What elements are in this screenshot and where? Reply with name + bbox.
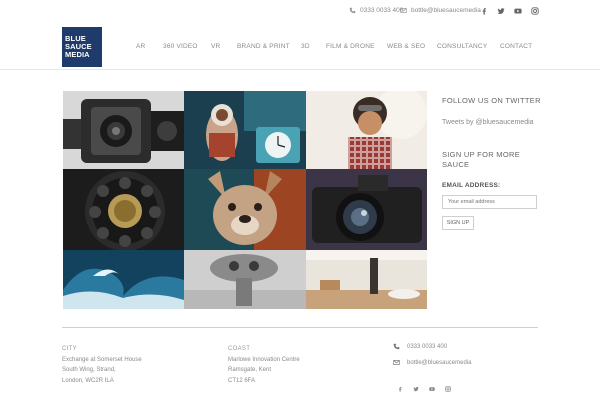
tile-interior-room[interactable]	[306, 250, 427, 309]
twitter-icon[interactable]	[413, 386, 419, 392]
signup-heading-line-2: SAUCE	[442, 160, 470, 169]
topbar-email[interactable]: bottle@bluesaucemedia	[400, 7, 481, 14]
tile-binoculars[interactable]	[184, 250, 306, 309]
nav-item-vr[interactable]: VR	[211, 43, 220, 50]
footer-social-icons	[397, 386, 451, 392]
nav-item-consultancy[interactable]: CONSULTANCY	[437, 43, 487, 50]
coast-heading: COAST	[228, 346, 251, 352]
youtube-icon[interactable]	[429, 386, 435, 392]
instagram-icon[interactable]	[531, 7, 539, 15]
tile-ocean-wave[interactable]	[63, 250, 184, 309]
phone-icon	[393, 343, 400, 350]
signup-button[interactable]: SIGN UP	[442, 216, 474, 230]
city-line-2: South Wing, Strand,	[62, 367, 116, 373]
twitter-heading: FOLLOW US ON TWITTER	[442, 96, 541, 105]
city-heading: CITY	[62, 346, 77, 352]
brand-logo[interactable]: BLUE SAUCE MEDIA	[62, 27, 102, 67]
footer-city-address: CITY Exchange at Somerset House South Wi…	[62, 344, 142, 386]
logo-line-3: MEDIA	[65, 50, 90, 59]
header-divider	[0, 69, 600, 70]
topbar-phone[interactable]: 0333 0033 400	[349, 7, 403, 14]
coast-line-1: Marlowe Innovation Centre	[228, 356, 300, 363]
nav-item-web-seo[interactable]: WEB & SEO	[387, 43, 425, 50]
instagram-icon[interactable]	[445, 386, 451, 392]
nav-item-ar[interactable]: AR	[136, 43, 145, 50]
envelope-icon	[393, 360, 400, 365]
nav-item-3d[interactable]: 3D	[301, 43, 310, 50]
topbar-social-icons	[480, 7, 539, 15]
envelope-icon	[400, 8, 407, 13]
top-contact-bar: 0333 0033 400 bottle@bluesaucemedia	[0, 7, 600, 21]
tile-camera-lens[interactable]	[306, 169, 427, 250]
footer-email[interactable]: bottle@bluesaucemedia	[393, 359, 471, 366]
tile-astronaut-clock[interactable]	[184, 91, 306, 169]
footer-email-text: bottle@bluesaucemedia	[407, 359, 472, 366]
tile-french-bulldog[interactable]	[184, 169, 306, 250]
facebook-icon[interactable]	[397, 386, 403, 392]
facebook-icon[interactable]	[480, 7, 488, 15]
phone-icon	[349, 7, 356, 14]
coast-line-3: CT12 6FA	[228, 377, 256, 384]
footer-phone[interactable]: 0333 0033 400	[393, 343, 447, 350]
footer-phone-text: 0333 0033 400	[407, 343, 448, 350]
topbar-phone-text: 0333 0033 400	[360, 7, 404, 14]
tile-vr-camera[interactable]	[63, 91, 184, 169]
city-line-1: Exchange at Somerset House	[62, 356, 142, 363]
tweets-link[interactable]: Tweets by @bluesaucemedia	[442, 119, 534, 126]
coast-line-2: Ramsgate, Kent	[228, 367, 272, 373]
footer-divider	[62, 327, 538, 328]
portfolio-grid	[63, 91, 427, 309]
tile-rotary-phone[interactable]	[63, 169, 184, 250]
signup-heading-line-1: SIGN UP FOR MORE	[442, 150, 521, 159]
nav-item-brand-print[interactable]: BRAND & PRINT	[237, 43, 290, 50]
tile-boy-pilot[interactable]	[306, 91, 427, 169]
youtube-icon[interactable]	[514, 7, 522, 15]
city-line-3: London, WC2R ILA	[62, 377, 114, 384]
email-input[interactable]	[442, 195, 537, 209]
nav-item-film-drone[interactable]: FILM & DRONE	[326, 43, 375, 50]
email-label: EMAIL ADDRESS:	[442, 182, 501, 189]
main-nav: AR 360 VIDEO VR BRAND & PRINT 3D FILM & …	[136, 43, 536, 53]
topbar-email-text: bottle@bluesaucemedia	[411, 7, 481, 14]
nav-item-360-video[interactable]: 360 VIDEO	[163, 43, 198, 50]
signup-heading: SIGN UP FOR MORE SAUCE	[442, 150, 520, 170]
twitter-icon[interactable]	[497, 7, 505, 15]
nav-item-contact[interactable]: CONTACT	[500, 43, 532, 50]
footer-coast-address: COAST Marlowe Innovation Centre Ramsgate…	[228, 344, 300, 386]
